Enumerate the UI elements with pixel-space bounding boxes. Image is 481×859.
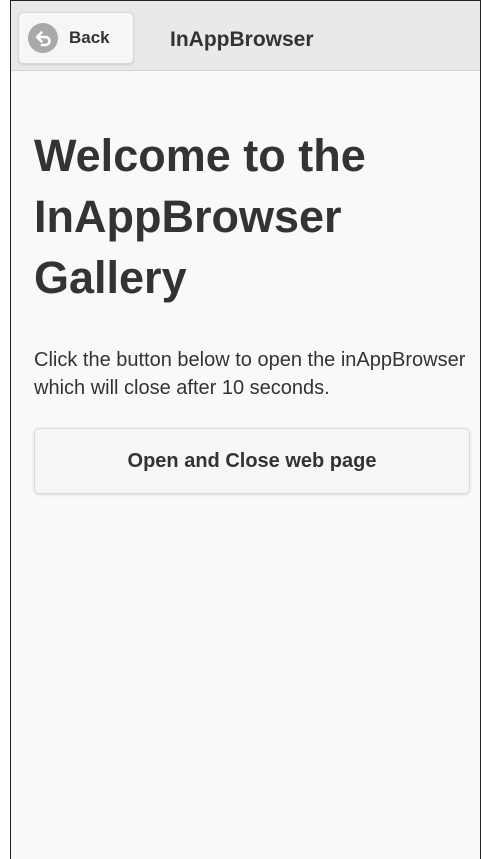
main-content: Welcome to the InAppBrowser Gallery Clic… (34, 125, 470, 494)
app-screen: Back InAppBrowser Welcome to the InAppBr… (10, 0, 481, 859)
header-bar: Back InAppBrowser (11, 1, 480, 71)
description-text: Click the button below to open the inApp… (34, 349, 466, 399)
page-title: Welcome to the InAppBrowser Gallery (34, 130, 366, 303)
open-and-close-button[interactable]: Open and Close web page (34, 428, 470, 494)
page-header-title: InAppBrowser (170, 28, 314, 51)
back-arrow-icon (28, 23, 58, 53)
back-button[interactable]: Back (18, 12, 134, 64)
back-button-label: Back (69, 28, 110, 47)
